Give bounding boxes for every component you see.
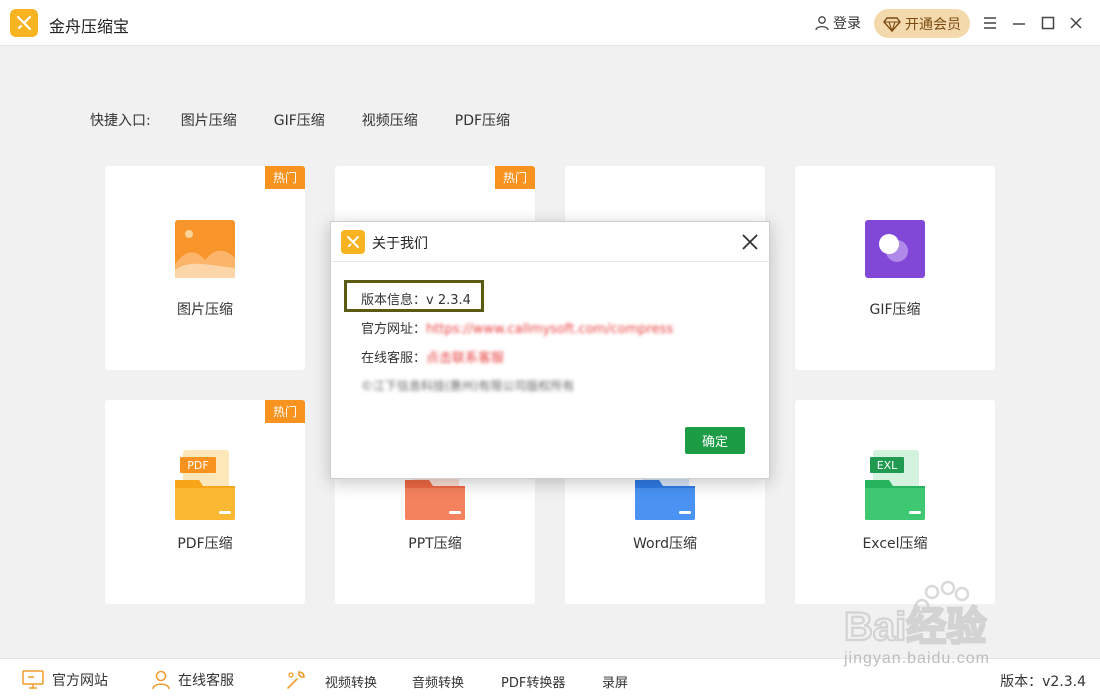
website-link[interactable]: https://www.callmysoft.com/compress (426, 322, 673, 337)
app-title: 金舟压缩宝 (49, 17, 130, 36)
audio-convert-link[interactable]: 音频转换 (412, 672, 464, 691)
card-pdf-compress[interactable]: 热门 PDF PDF压缩 (105, 400, 305, 604)
service-row: 在线客服：点击联系客服 (361, 347, 504, 366)
watermark-logo-text: Bai经验 (844, 605, 986, 649)
video-convert-link[interactable]: 视频转换 (325, 672, 377, 691)
excel-tag: EXL (870, 457, 904, 473)
screen-record-link[interactable]: 录屏 (602, 672, 628, 691)
card-label: Word压缩 (633, 536, 697, 552)
menu-icon[interactable] (980, 13, 1000, 33)
minimize-icon[interactable] (1009, 13, 1029, 33)
title-bar: 金舟压缩宝 登录 开通会员 (0, 0, 1100, 46)
dialog-title: 关于我们 (372, 236, 428, 252)
card-label: PDF压缩 (177, 536, 233, 552)
website-label: 官方网址： (361, 322, 427, 337)
hot-badge: 热门 (265, 400, 305, 423)
vip-label: 开通会员 (905, 16, 961, 33)
hot-badge: 热门 (495, 166, 535, 189)
service-link[interactable]: 点击联系客服 (426, 351, 504, 366)
version-value: v 2.3.4 (426, 293, 471, 308)
official-site-label: 官方网站 (52, 673, 108, 689)
website-row: 官方网址：https://www.callmysoft.com/compress (361, 318, 673, 337)
card-label: GIF压缩 (869, 302, 921, 318)
diamond-icon (883, 16, 901, 32)
card-label: 图片压缩 (177, 302, 233, 318)
dialog-logo-icon (341, 230, 365, 254)
version-row: 版本信息：v 2.3.4 (361, 289, 471, 308)
login-button[interactable]: 登录 (814, 13, 861, 33)
pdf-converter-link[interactable]: PDF转换器 (501, 672, 565, 691)
about-dialog: 关于我们 版本信息：v 2.3.4 官方网址：https://www.callm… (330, 221, 770, 479)
quick-entry-pdf[interactable]: PDF压缩 (455, 110, 510, 130)
dialog-close-icon[interactable] (739, 231, 761, 253)
login-label: 登录 (833, 16, 861, 32)
copyright-text: ©江下信息科技(惠州)有限公司版权所有 (361, 379, 575, 393)
pdf-tag: PDF (180, 457, 216, 473)
online-service-label: 在线客服 (178, 673, 234, 689)
app-logo-icon (10, 9, 38, 37)
card-excel-compress[interactable]: EXL Excel压缩 (795, 400, 995, 604)
gif-file-icon (865, 220, 925, 278)
maximize-icon[interactable] (1038, 13, 1058, 33)
quick-entry-label: 快捷入口: (90, 113, 151, 129)
tools-icon (287, 671, 305, 689)
card-label: Excel压缩 (862, 536, 928, 552)
user-icon (815, 16, 829, 31)
quick-entry-bar: 快捷入口: 图片压缩 GIF压缩 视频压缩 PDF压缩 (90, 110, 547, 130)
dialog-header: 关于我们 (331, 222, 769, 262)
official-site-button[interactable]: 官方网站 (22, 670, 108, 690)
version-label: 版本信息： (361, 293, 427, 308)
image-file-icon (175, 220, 235, 278)
card-image-compress[interactable]: 热门 图片压缩 (105, 166, 305, 370)
quick-entry-image[interactable]: 图片压缩 (181, 110, 237, 130)
hot-badge: 热门 (265, 166, 305, 189)
card-label: PPT压缩 (408, 536, 462, 552)
quick-entry-gif[interactable]: GIF压缩 (274, 110, 325, 130)
ok-button[interactable]: 确定 (685, 427, 745, 454)
monitor-icon (22, 670, 44, 689)
vip-button[interactable]: 开通会员 (874, 9, 970, 38)
online-service-button[interactable]: 在线客服 (152, 670, 234, 690)
person-icon (152, 670, 170, 690)
card-gif-compress[interactable]: GIF压缩 (795, 166, 995, 370)
service-label: 在线客服： (361, 351, 427, 366)
quick-entry-video[interactable]: 视频压缩 (362, 110, 418, 130)
watermark-text: jingyan.baidu.com (844, 650, 990, 667)
version-text: 版本：v2.3.4 (1000, 674, 1086, 690)
close-icon[interactable] (1066, 13, 1086, 33)
